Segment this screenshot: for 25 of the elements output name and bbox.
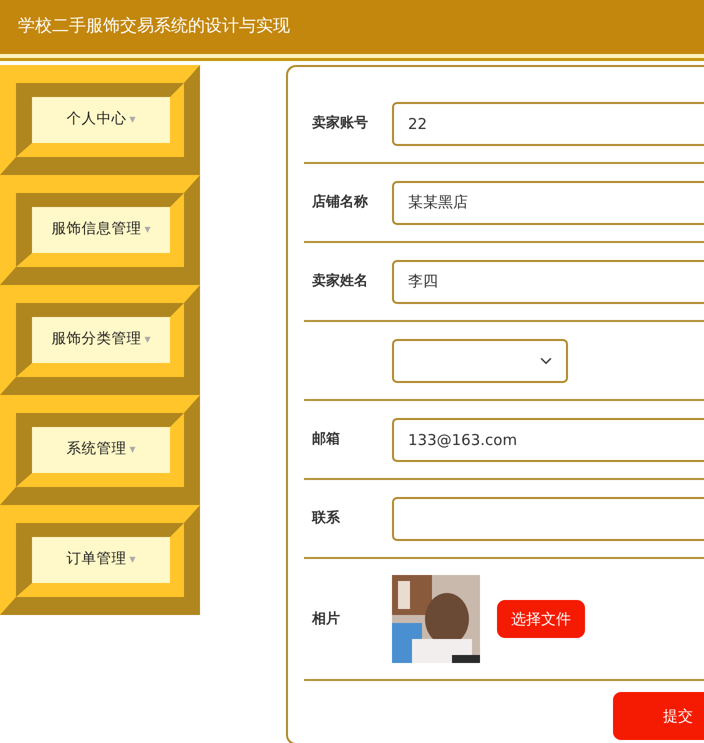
field-label: 相片: [312, 610, 340, 626]
menu-item[interactable]: 订单管理 ▾: [32, 537, 170, 583]
field-label: 卖家账号: [312, 115, 368, 131]
caret-icon: ▾: [129, 112, 136, 126]
field-label: 联系: [312, 510, 340, 526]
menu-item[interactable]: 服饰信息管理 ▾: [32, 207, 170, 253]
menu-item[interactable]: 服饰分类管理 ▾: [32, 317, 170, 363]
input-field[interactable]: 某某黑店: [392, 180, 704, 224]
page-title: 学校二手服饰交易系统的设计与实现: [18, 15, 290, 38]
menu-item[interactable]: 个人中心 ▾: [32, 97, 170, 143]
caret-icon: ▾: [129, 442, 136, 456]
choose-file-button[interactable]: 选择文件: [497, 600, 585, 638]
field-label: 店铺名称: [312, 194, 368, 210]
input-field[interactable]: 李四: [392, 260, 704, 304]
menu-item[interactable]: 系统管理 ▾: [32, 427, 170, 473]
input-field[interactable]: [392, 496, 704, 540]
caret-icon: ▾: [144, 222, 151, 236]
input-field[interactable]: 22: [392, 102, 704, 146]
submit-button[interactable]: 提交: [613, 692, 704, 740]
select-field[interactable]: [392, 338, 568, 382]
caret-icon: ▾: [144, 332, 151, 346]
input-field[interactable]: 133@163.com: [392, 418, 704, 462]
field-label: 邮箱: [312, 431, 340, 447]
caret-icon: ▾: [129, 552, 136, 566]
field-label: 卖家姓名: [312, 273, 368, 289]
